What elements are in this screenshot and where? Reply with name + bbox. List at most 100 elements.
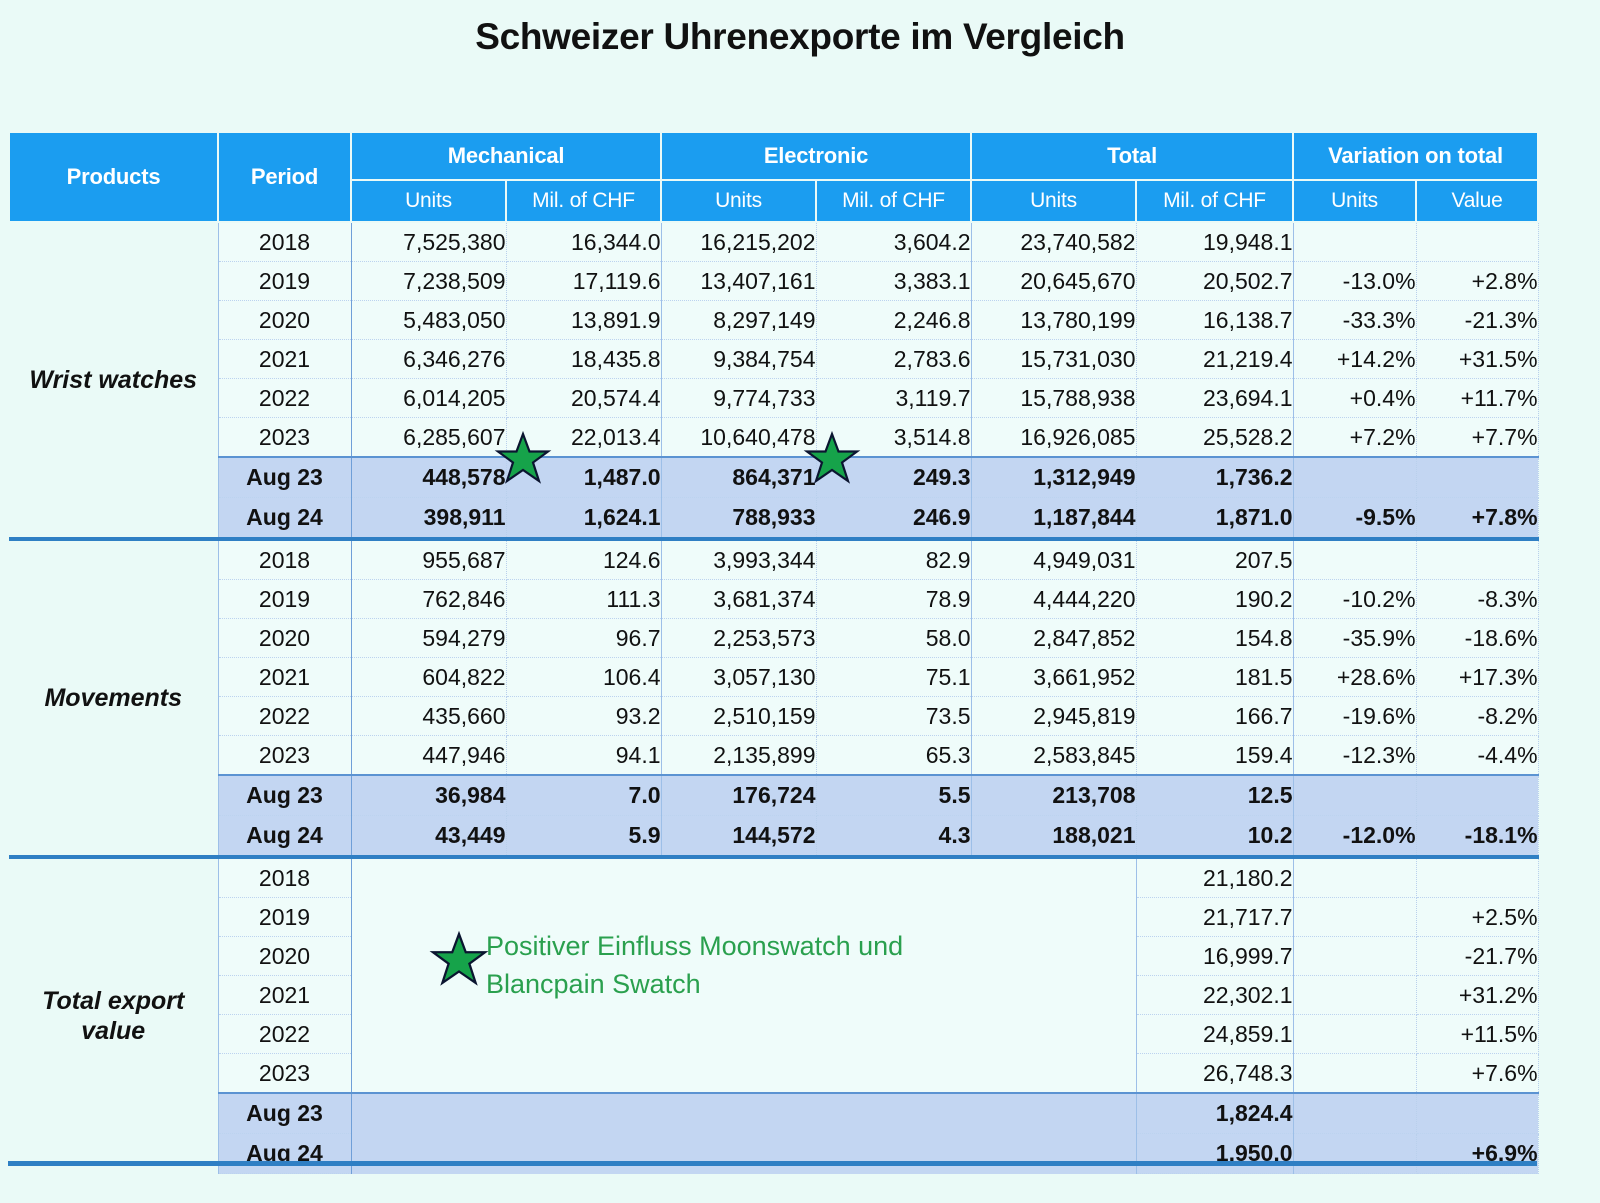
cell-variation-units: -35.9% — [1293, 618, 1417, 658]
cell-variation-units — [1293, 1133, 1417, 1174]
cell-variation-value: +2.8% — [1416, 261, 1539, 301]
period-cell: 2020 — [217, 936, 352, 976]
period-cell: 2023 — [217, 735, 352, 776]
header-group-electronic: Electronic — [660, 131, 973, 181]
cell-total-chf: 207.5 — [1136, 537, 1294, 580]
cell-mechanical-units: 5,483,050 — [351, 300, 507, 340]
cell-total-units: 2,945,819 — [971, 696, 1137, 736]
cell-mechanical-units: 6,346,276 — [351, 339, 507, 379]
product-label-line-2: value — [81, 1017, 146, 1046]
product-label-movements: Movements — [9, 537, 218, 857]
cell-electronic-chf: 246.9 — [816, 497, 972, 540]
cell-mechanical-units: 594,279 — [351, 618, 507, 658]
cell-electronic-chf: 3,383.1 — [816, 261, 972, 301]
period-cell: Aug 24 — [217, 497, 352, 540]
period-cell: 2022 — [217, 378, 352, 418]
cell-variation-value: -21.3% — [1416, 300, 1539, 340]
period-cell: 2019 — [217, 261, 352, 301]
product-label-line-1: Wrist watches — [29, 365, 198, 394]
cell-mechanical-chf: 16,344.0 — [506, 222, 662, 262]
table-row: Aug 24 398,911 1,624.1 788,933 246.9 1,187,84… — [9, 497, 1539, 540]
table-row: 2021 6,346,276 18,435.8 9,384,754 2,783.6 15,… — [9, 339, 1539, 379]
cell-mechanical-units: 7,525,380 — [351, 222, 507, 262]
cell-total-chf: 19,948.1 — [1136, 222, 1294, 262]
cell-mechanical-chf: 106.4 — [506, 657, 662, 697]
table-row: Aug 23 448,578 1,487.0 864,371 249.3 1,312,94… — [9, 456, 1539, 498]
cell-electronic-chf: 5.5 — [816, 774, 972, 816]
table-row: 2019 762,846 111.3 3,681,374 78.9 4,444,220 19… — [9, 579, 1539, 619]
table-row: 2023 6,285,607 22,013.4 10,640,478 3,514.8 16… — [9, 417, 1539, 458]
header-variation-units: Units — [1292, 179, 1418, 223]
cell-total-chf: 10.2 — [1136, 815, 1294, 858]
cell-mechanical-units: 36,984 — [351, 774, 507, 816]
cell-variation-units: +28.6% — [1293, 657, 1417, 697]
cell-variation-units — [1293, 1053, 1417, 1094]
cell-electronic-chf: 2,783.6 — [816, 339, 972, 379]
cell-total-units: 20,645,670 — [971, 261, 1137, 301]
period-cell: 2023 — [217, 417, 352, 458]
cell-electronic-chf: 73.5 — [816, 696, 972, 736]
product-label-line-1: Total export — [42, 986, 185, 1015]
cell-variation-value: +7.6% — [1416, 1053, 1539, 1094]
cell-mechanical-units: 6,014,205 — [351, 378, 507, 418]
period-cell: Aug 23 — [217, 456, 352, 498]
cell-electronic-chf: 3,604.2 — [816, 222, 972, 262]
period-cell: 2022 — [217, 696, 352, 736]
cell-total-chf: 1,824.4 — [1136, 1092, 1294, 1134]
cell-electronic-units: 788,933 — [661, 497, 817, 540]
annotation-line-1: Positiver Einfluss Moonswatch und — [486, 931, 904, 961]
cell-variation-units — [1293, 1014, 1417, 1054]
cell-variation-units: -19.6% — [1293, 696, 1417, 736]
cell-electronic-units: 2,253,573 — [661, 618, 817, 658]
period-cell: 2020 — [217, 618, 352, 658]
cell-electronic-units: 2,510,159 — [661, 696, 817, 736]
product-label-wrist-watches: Wrist watches — [9, 222, 218, 539]
cell-variation-units: -33.3% — [1293, 300, 1417, 340]
cell-total-units: 2,847,852 — [971, 618, 1137, 658]
table-row: 2021 604,822 106.4 3,057,130 75.1 3,661,952 18… — [9, 657, 1539, 697]
header-mechanical-chf: Mil. of CHF — [504, 179, 663, 223]
cell-total-chf: 20,502.7 — [1136, 261, 1294, 301]
cell-electronic-units: 10,640,478 — [661, 417, 817, 458]
period-cell: Aug 23 — [217, 1092, 352, 1134]
period-cell: 2019 — [217, 897, 352, 937]
cell-electronic-units: 2,135,899 — [661, 735, 817, 776]
cell-mechanical-units: 6,285,607 — [351, 417, 507, 458]
header-total-units: Units — [970, 179, 1138, 223]
cell-total-units: 3,661,952 — [971, 657, 1137, 697]
table-row: 2023 447,946 94.1 2,135,899 65.3 2,583,845 159… — [9, 735, 1539, 776]
cell-total-units: 1,187,844 — [971, 497, 1137, 540]
cell-total-chf: 1,871.0 — [1136, 497, 1294, 540]
cell-variation-units — [1293, 222, 1417, 262]
cell-mechanical-units: 447,946 — [351, 735, 507, 776]
cell-mechanical-chf: 13,891.9 — [506, 300, 662, 340]
cell-total-chf: 23,694.1 — [1136, 378, 1294, 418]
cell-total-chf: 159.4 — [1136, 735, 1294, 776]
cell-mechanical-chf: 5.9 — [506, 815, 662, 858]
cell-total-chf: 21,180.2 — [1136, 855, 1294, 898]
table-row: 2022 6,014,205 20,574.4 9,774,733 3,119.7 15,… — [9, 378, 1539, 418]
cell-total-chf: 190.2 — [1136, 579, 1294, 619]
cell-electronic-units: 3,993,344 — [661, 537, 817, 580]
cell-total-chf: 1,736.2 — [1136, 456, 1294, 498]
cell-variation-units: +0.4% — [1293, 378, 1417, 418]
period-cell: 2021 — [217, 657, 352, 697]
cell-total-units: 4,949,031 — [971, 537, 1137, 580]
cell-mechanical-units: 43,449 — [351, 815, 507, 858]
cell-mechanical-units: 762,846 — [351, 579, 507, 619]
cell-electronic-chf: 82.9 — [816, 537, 972, 580]
cell-variation-value: -18.6% — [1416, 618, 1539, 658]
table-row: 2020 594,279 96.7 2,253,573 58.0 2,847,852 154… — [9, 618, 1539, 658]
cell-variation-units — [1293, 975, 1417, 1015]
table-row: 2022 435,660 93.2 2,510,159 73.5 2,945,819 166… — [9, 696, 1539, 736]
cell-total-chf: 25,528.2 — [1136, 417, 1294, 458]
cell-variation-value — [1416, 774, 1539, 816]
cell-variation-units — [1293, 774, 1417, 816]
annotation-line-2: Blancpain Swatch — [486, 969, 701, 1000]
cell-electronic-chf: 3,119.7 — [816, 378, 972, 418]
cell-total-chf: 21,219.4 — [1136, 339, 1294, 379]
cell-mechanical-chf: 96.7 — [506, 618, 662, 658]
cell-variation-units — [1293, 537, 1417, 580]
cell-mechanical-units: 955,687 — [351, 537, 507, 580]
product-label-total-export-value: Total export value — [9, 855, 218, 1174]
